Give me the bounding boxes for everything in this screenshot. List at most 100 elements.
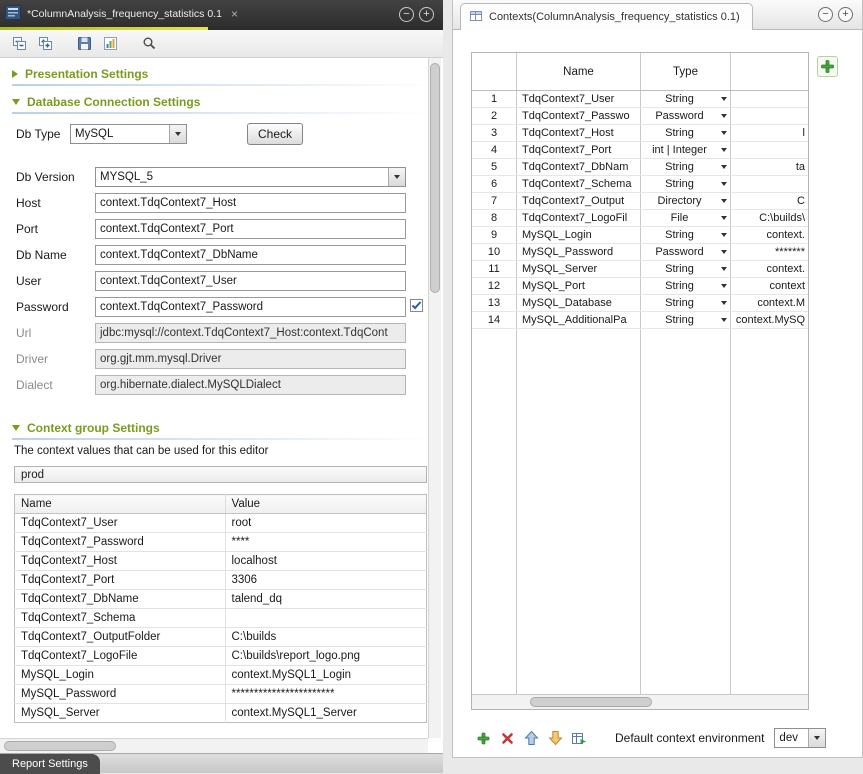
value-cell[interactable]: 3306 — [225, 571, 427, 590]
repository-context-button[interactable] — [567, 727, 591, 749]
type-cell[interactable]: Directory — [641, 193, 731, 209]
maximize-button[interactable]: + — [838, 7, 853, 22]
name-cell[interactable]: TdqContext7_Schema — [517, 176, 641, 192]
value-cell[interactable] — [731, 91, 808, 107]
type-cell[interactable]: String — [641, 261, 731, 277]
name-cell[interactable]: MySQL_Database — [517, 295, 641, 311]
value-cell[interactable]: context.MySQ — [731, 312, 808, 328]
table-horizontal-scrollbar-thumb[interactable] — [530, 697, 652, 707]
value-cell[interactable]: C:\builds\report_logo.png — [225, 647, 427, 666]
type-cell[interactable]: String — [641, 227, 731, 243]
field-input[interactable]: context.TdqContext7_Port — [95, 219, 406, 239]
type-cell[interactable]: Password — [641, 244, 731, 260]
expand-all-button[interactable] — [36, 34, 55, 53]
type-cell[interactable]: String — [641, 125, 731, 141]
table-row[interactable]: TdqContext7_Port 3306 — [15, 571, 427, 590]
context-row[interactable]: 3 TdqContext7_Host String l — [472, 125, 808, 142]
db-version-select[interactable]: MYSQL_5 — [95, 167, 406, 187]
value-cell[interactable] — [225, 609, 427, 628]
table-row[interactable]: TdqContext7_Schema — [15, 609, 427, 628]
section-context-group-settings[interactable]: Context group Settings — [12, 419, 428, 436]
type-dropdown-icon[interactable] — [721, 318, 727, 322]
name-cell[interactable]: TdqContext7_Password — [15, 533, 226, 552]
section-expanded-icon[interactable] — [12, 425, 20, 431]
value-cell[interactable]: **** — [225, 533, 427, 552]
name-cell[interactable]: MySQL_Server — [15, 704, 226, 723]
name-cell[interactable]: MySQL_Password — [517, 244, 641, 260]
value-cell[interactable]: context.M — [731, 295, 808, 311]
type-cell[interactable]: String — [641, 278, 731, 294]
tab-close-icon[interactable]: × — [231, 7, 238, 21]
value-cell[interactable]: *********************** — [225, 685, 427, 704]
type-dropdown-icon[interactable] — [721, 216, 727, 220]
value-cell[interactable]: localhost — [225, 552, 427, 571]
name-cell[interactable]: MySQL_Password — [15, 685, 226, 704]
context-row[interactable]: 4 TdqContext7_Port int | Integer — [472, 142, 808, 159]
report-settings-tab[interactable]: Report Settings — [0, 754, 100, 774]
context-group-name-input[interactable]: prod — [14, 466, 427, 483]
name-cell[interactable]: TdqContext7_Host — [517, 125, 641, 141]
name-cell[interactable]: TdqContext7_Output — [517, 193, 641, 209]
minimize-button[interactable]: − — [399, 7, 414, 22]
value-cell[interactable]: talend_dq — [225, 590, 427, 609]
name-cell[interactable]: TdqContext7_OutputFolder — [15, 628, 226, 647]
name-cell[interactable]: TdqContext7_DbNam — [517, 159, 641, 175]
context-row[interactable]: 11 MySQL_Server String context. — [472, 261, 808, 278]
name-cell[interactable]: TdqContext7_User — [15, 514, 226, 533]
type-cell[interactable]: String — [641, 159, 731, 175]
maximize-button[interactable]: + — [419, 7, 434, 22]
context-row[interactable]: 13 MySQL_Database String context.M — [472, 295, 808, 312]
name-cell[interactable]: TdqContext7_Passwo — [517, 108, 641, 124]
type-cell[interactable]: String — [641, 176, 731, 192]
type-dropdown-icon[interactable] — [721, 301, 727, 305]
type-cell[interactable]: String — [641, 295, 731, 311]
type-dropdown-icon[interactable] — [721, 250, 727, 254]
section-collapsed-icon[interactable] — [12, 70, 18, 78]
type-dropdown-icon[interactable] — [721, 182, 727, 186]
type-cell[interactable]: Password — [641, 108, 731, 124]
value-cell[interactable]: C:\builds — [225, 628, 427, 647]
field-input[interactable]: context.TdqContext7_Host — [95, 193, 406, 213]
name-cell[interactable]: TdqContext7_User — [517, 91, 641, 107]
context-row[interactable]: 8 TdqContext7_LogoFil File C:\builds\ — [472, 210, 808, 227]
value-cell[interactable]: root — [225, 514, 427, 533]
table-row[interactable]: TdqContext7_Password **** — [15, 533, 427, 552]
horizontal-scrollbar[interactable] — [0, 738, 428, 753]
table-row[interactable]: TdqContext7_DbName talend_dq — [15, 590, 427, 609]
check-connection-button[interactable]: Check — [247, 123, 303, 145]
save-button[interactable] — [75, 34, 94, 53]
value-cell[interactable]: context. — [731, 227, 808, 243]
refresh-chart-button[interactable] — [101, 34, 120, 53]
name-cell[interactable]: MySQL_Server — [517, 261, 641, 277]
db-type-select[interactable]: MySQL — [70, 124, 187, 144]
name-cell[interactable]: MySQL_Login — [15, 666, 226, 685]
type-dropdown-icon[interactable] — [721, 267, 727, 271]
context-row[interactable]: 7 TdqContext7_Output Directory C — [472, 193, 808, 210]
context-row[interactable]: 9 MySQL_Login String context. — [472, 227, 808, 244]
context-row[interactable]: 12 MySQL_Port String context — [472, 278, 808, 295]
move-down-button[interactable] — [543, 727, 567, 749]
password-input[interactable]: context.TdqContext7_Password — [95, 297, 406, 317]
add-variable-button[interactable] — [471, 727, 495, 749]
type-dropdown-icon[interactable] — [721, 165, 727, 169]
type-dropdown-icon[interactable] — [721, 131, 727, 135]
type-cell[interactable]: File — [641, 210, 731, 226]
name-cell[interactable]: TdqContext7_Schema — [15, 609, 226, 628]
field-input[interactable]: context.TdqContext7_DbName — [95, 245, 406, 265]
context-row[interactable]: 10 MySQL_Password Password ******* — [472, 244, 808, 261]
name-cell[interactable]: TdqContext7_Port — [15, 571, 226, 590]
type-dropdown-icon[interactable] — [721, 148, 727, 152]
type-dropdown-icon[interactable] — [721, 284, 727, 288]
name-cell[interactable]: TdqContext7_Host — [15, 552, 226, 571]
value-cell[interactable] — [731, 176, 808, 192]
value-cell[interactable]: context. — [731, 261, 808, 277]
name-cell[interactable]: TdqContext7_Port — [517, 142, 641, 158]
type-dropdown-icon[interactable] — [721, 199, 727, 203]
table-row[interactable]: TdqContext7_Host localhost — [15, 552, 427, 571]
vertical-scrollbar[interactable] — [428, 58, 441, 738]
section-presentation-settings[interactable]: Presentation Settings — [12, 65, 428, 82]
type-cell[interactable]: int | Integer — [641, 142, 731, 158]
name-cell[interactable]: TdqContext7_LogoFil — [517, 210, 641, 226]
value-cell[interactable]: context — [731, 278, 808, 294]
value-cell[interactable]: C — [731, 193, 808, 209]
